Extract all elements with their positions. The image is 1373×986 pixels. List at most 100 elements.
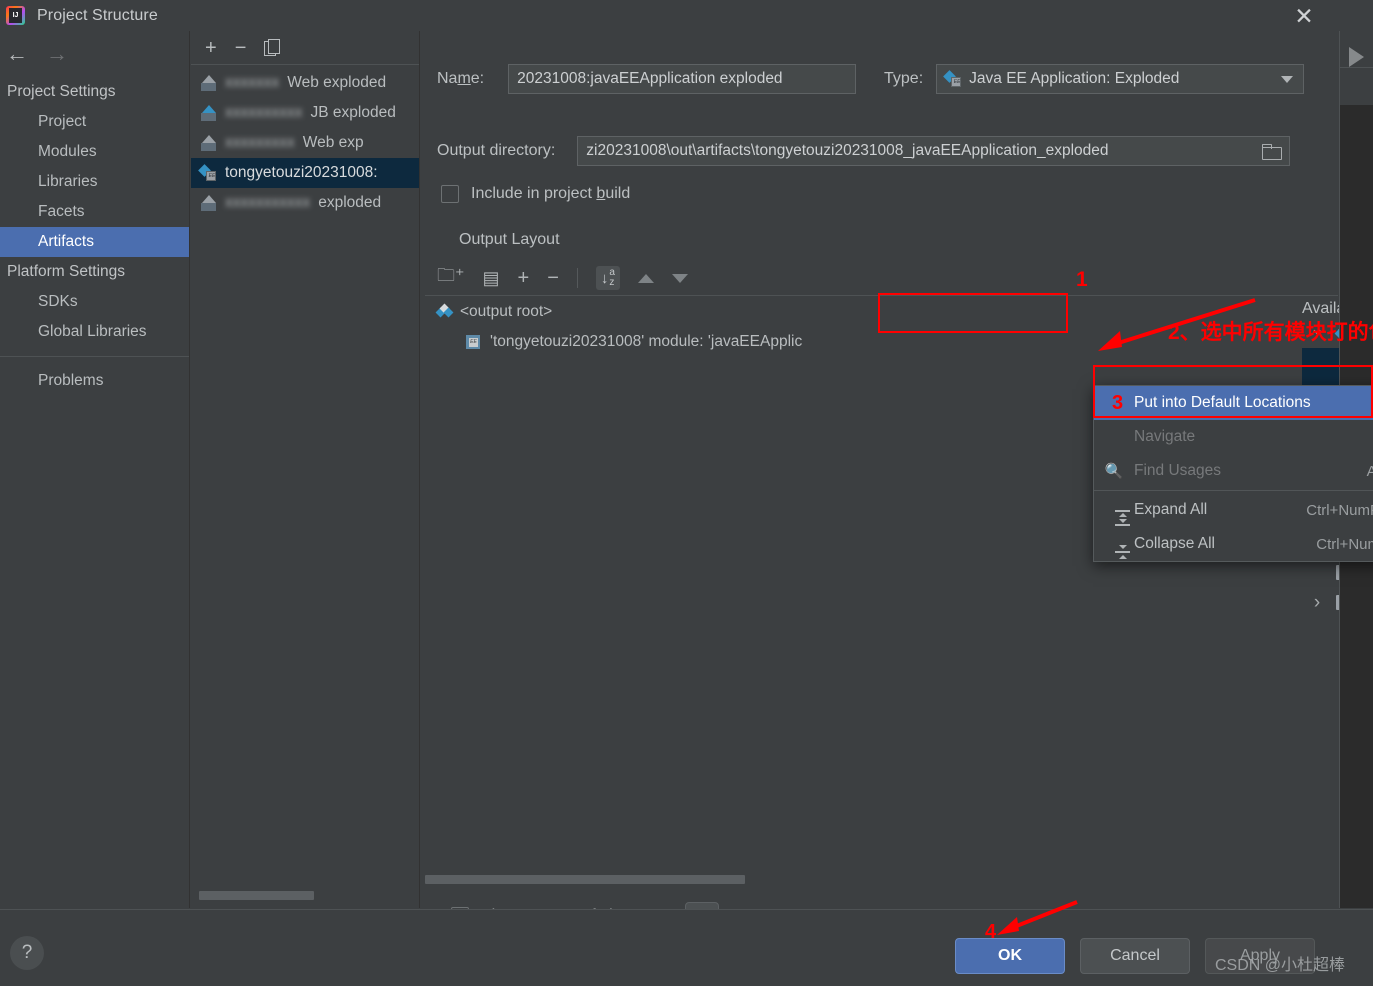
- list-item[interactable]: xxxxxxxxx Web exp: [191, 128, 419, 158]
- context-menu: Put into Default Locations Navigate 🔍 Fi…: [1093, 385, 1373, 562]
- minus-icon[interactable]: −: [235, 38, 247, 58]
- output-directory-input[interactable]: zi20231008\out\artifacts\tongyetouzi2023…: [577, 136, 1291, 166]
- output-layout-horizontal-scrollbar[interactable]: [425, 875, 745, 884]
- artifact-label: Web exp: [302, 134, 364, 151]
- list-item[interactable]: xxxxxxxxxx JB exploded: [191, 98, 419, 128]
- artifact-root-icon: [435, 303, 454, 320]
- menu-item-expand-all[interactable]: Expand All Ctrl+NumP: [1094, 493, 1373, 527]
- toolbar-divider: [576, 268, 578, 288]
- war-exploded-icon: [200, 74, 217, 92]
- new-archive-icon[interactable]: ▤: [483, 268, 500, 289]
- new-folder-icon[interactable]: 🗀⁺: [437, 263, 465, 293]
- sidebar-item-sdks[interactable]: SDKs: [0, 287, 189, 317]
- menu-item-shortcut: Ctrl+NumP: [1306, 501, 1373, 519]
- artifact-label: exploded: [318, 194, 382, 211]
- tree-row-label: <output root>: [460, 303, 553, 320]
- artifact-label: JB exploded: [310, 104, 396, 121]
- menu-item-label: Put into Default Locations: [1134, 394, 1311, 411]
- menu-item-shortcut: Al: [1366, 462, 1373, 480]
- window-title: Project Structure: [37, 6, 158, 24]
- output-layout-title: Output Layout: [459, 231, 560, 248]
- question-mark-icon[interactable]: ?: [10, 936, 44, 970]
- type-value: Java EE Application: Exploded: [969, 70, 1180, 87]
- name-label: Name:: [437, 70, 485, 87]
- project-structure-dialog: Project Structure ✕ ← → Project Settings…: [0, 0, 1373, 986]
- name-input[interactable]: 20231008:javaEEApplication exploded: [508, 64, 857, 94]
- search-icon: 🔍: [1104, 463, 1124, 480]
- watermark: CSDN @小杜超棒: [1215, 957, 1346, 974]
- artifacts-horizontal-scrollbar[interactable]: [199, 891, 314, 900]
- artifacts-list: xxxxxxx Web exploded xxxxxxxxxx JB explo…: [191, 65, 419, 218]
- war-exploded-icon: [200, 194, 217, 212]
- sidebar-group-platform-settings: Platform Settings: [7, 263, 126, 280]
- menu-divider: [1094, 490, 1373, 491]
- sidebar-item-problems[interactable]: Problems: [0, 366, 189, 396]
- chevron-down-icon[interactable]: [1310, 323, 1324, 343]
- artifact-label: tongyetouzi20231008:: [225, 164, 378, 181]
- artifact-blurred-prefix: xxxxxxx: [225, 74, 280, 91]
- move-up-icon[interactable]: [637, 273, 654, 283]
- artifact-blurred-prefix: xxxxxxxxxxx: [225, 194, 311, 211]
- intellij-idea-logo-icon: [6, 6, 25, 25]
- sidebar-item-modules[interactable]: Modules: [0, 137, 189, 167]
- include-in-build-checkbox[interactable]: [441, 185, 459, 203]
- minus-icon[interactable]: −: [547, 267, 559, 290]
- include-in-build-label: Include in project build: [471, 185, 631, 202]
- plus-dropdown-icon[interactable]: +: [518, 267, 530, 290]
- play-triangle-icon[interactable]: [1349, 47, 1364, 67]
- sidebar-item-artifacts[interactable]: Artifacts: [0, 227, 189, 257]
- sort-az-icon[interactable]: ↓ a z: [595, 266, 620, 290]
- sidebar-item-global-libraries[interactable]: Global Libraries: [0, 317, 189, 347]
- output-directory-label: Output directory:: [437, 142, 556, 159]
- war-exploded-icon: [200, 134, 217, 152]
- artifact-label: Web exploded: [287, 74, 387, 91]
- folder-icon[interactable]: [1262, 143, 1283, 160]
- tree-row-label: 'tongyetouzi20231008' module: 'javaEEApp…: [490, 333, 803, 350]
- edge-divider: [1340, 67, 1373, 68]
- dialog-footer: ? OK Cancel Apply: [0, 909, 1373, 986]
- copy-icon[interactable]: [264, 39, 281, 56]
- cancel-button[interactable]: Cancel: [1080, 938, 1190, 974]
- plus-icon[interactable]: +: [205, 38, 217, 58]
- close-icon[interactable]: ✕: [1281, 0, 1327, 32]
- menu-item-label: Collapse All: [1134, 535, 1215, 552]
- menu-item-put-into-default-locations[interactable]: Put into Default Locations: [1094, 386, 1373, 420]
- output-layout-tree: <output root> 'tongyetouzi20231008' modu…: [425, 297, 1338, 872]
- ok-button[interactable]: OK: [955, 938, 1065, 974]
- list-item-selected[interactable]: tongyetouzi20231008:: [191, 158, 419, 188]
- arrow-right-icon[interactable]: →: [46, 43, 68, 65]
- settings-sidebar: ← → Project Settings Project Modules Lib…: [0, 31, 190, 908]
- type-label: Type:: [884, 70, 924, 87]
- list-item[interactable]: xxxxxxxxxxx exploded: [191, 188, 419, 218]
- artifacts-list-panel: + − xxxxxxx Web exploded xxxxxxxxxx JB e…: [191, 31, 420, 908]
- sidebar-item-libraries[interactable]: Libraries: [0, 167, 189, 197]
- module-output-icon: [465, 334, 482, 350]
- menu-item-find-usages[interactable]: 🔍 Find Usages Al: [1094, 454, 1373, 488]
- list-item[interactable]: xxxxxxx Web exploded: [191, 68, 419, 98]
- chevron-down-icon: [1281, 76, 1294, 83]
- tree-row[interactable]: <output root>: [425, 297, 1338, 327]
- arrow-left-icon[interactable]: ←: [6, 43, 28, 65]
- tree-row[interactable]: 'tongyetouzi20231008' module: 'javaEEApp…: [425, 327, 1338, 357]
- sidebar-item-project[interactable]: Project: [0, 107, 189, 137]
- title-bar: Project Structure ✕: [0, 0, 1373, 31]
- artifact-blurred-prefix: xxxxxxxxx: [225, 134, 295, 151]
- chevron-right-icon[interactable]: [1310, 592, 1324, 614]
- menu-item-collapse-all[interactable]: Collapse All Ctrl+Num: [1094, 527, 1373, 561]
- sidebar-item-facets[interactable]: Facets: [0, 197, 189, 227]
- artifact-blurred-prefix: xxxxxxxxxx: [225, 104, 303, 121]
- menu-item-label: Navigate: [1134, 428, 1196, 445]
- menu-item-label: Find Usages: [1134, 462, 1222, 479]
- ejb-exploded-icon: [200, 104, 217, 122]
- artifacts-toolbar: + −: [191, 31, 419, 65]
- sidebar-divider: [0, 356, 189, 357]
- menu-item-label: Expand All: [1134, 501, 1208, 518]
- javaee-exploded-icon: [943, 69, 962, 88]
- output-directory-value: zi20231008\out\artifacts\tongyetouzi2023…: [586, 142, 1109, 159]
- menu-item-shortcut: Ctrl+Num: [1316, 535, 1373, 553]
- type-combobox[interactable]: Java EE Application: Exploded: [936, 64, 1305, 94]
- menu-item-navigate[interactable]: Navigate: [1094, 420, 1373, 454]
- move-down-icon[interactable]: [671, 273, 688, 283]
- nav-arrows: ← →: [0, 31, 189, 77]
- sidebar-group-project-settings: Project Settings: [7, 83, 116, 100]
